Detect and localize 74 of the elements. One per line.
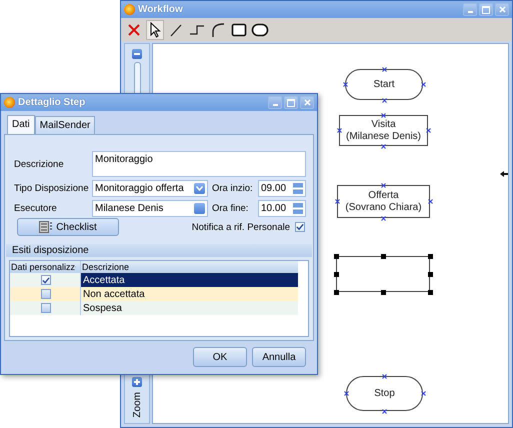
column-header[interactable]: Descrizione <box>81 261 298 273</box>
spin-button[interactable] <box>293 203 303 214</box>
pointer-tool[interactable] <box>146 20 164 40</box>
connection-point-icon <box>336 128 342 133</box>
arc-icon <box>211 22 225 38</box>
spin-button[interactable] <box>293 183 303 194</box>
tab[interactable]: MailSender <box>34 116 96 134</box>
connection-point-icon <box>342 82 348 87</box>
connection-point-icon <box>420 391 426 396</box>
checklist-button[interactable]: Checklist <box>17 218 119 236</box>
resize-handle[interactable] <box>334 272 338 276</box>
connection-point-icon <box>344 391 348 396</box>
resize-handle[interactable] <box>428 290 432 294</box>
resize-handle[interactable] <box>380 254 386 258</box>
description-field[interactable]: Monitoraggio <box>92 151 306 177</box>
connection-point-icon <box>381 112 386 118</box>
connection-point-icon <box>381 216 386 220</box>
pointer-icon <box>149 22 161 38</box>
connection-point-icon <box>382 408 387 414</box>
checkbox[interactable] <box>41 289 51 299</box>
zoom-label: Zoom <box>132 391 142 420</box>
resize-handle[interactable] <box>428 272 432 276</box>
checkbox[interactable] <box>41 275 51 285</box>
resize-handle[interactable] <box>334 290 338 294</box>
line-icon <box>169 22 183 36</box>
close-icon <box>304 99 310 106</box>
time-field[interactable]: 09.00 <box>258 180 306 197</box>
app-icon <box>4 97 15 108</box>
field-label: Descrizione <box>14 158 64 170</box>
connection-point-icon <box>426 128 430 133</box>
list-icon <box>39 221 54 233</box>
process-node[interactable] <box>336 256 430 292</box>
rectangle-icon <box>231 22 247 36</box>
lookup-field[interactable]: Milanese Denis <box>92 200 208 217</box>
cross-icon <box>127 22 141 36</box>
zoom-in-button[interactable] <box>132 377 142 388</box>
dialog-button[interactable]: OK <box>193 347 247 367</box>
resize-handle[interactable] <box>334 254 338 258</box>
field-label: Tipo Disposizione <box>14 183 89 194</box>
time-field[interactable]: 10.00 <box>258 200 306 217</box>
group-header: Esiti disposizione <box>6 244 312 257</box>
ellipsis-button[interactable] <box>194 203 205 214</box>
checkbox-label: Notifica a rif. Personale <box>192 222 290 232</box>
window-title: Workflow <box>138 4 184 15</box>
table-cell[interactable]: Accettata <box>81 273 298 287</box>
field-label: Ora inzio: <box>212 183 253 194</box>
close-icon <box>498 6 506 13</box>
app-icon <box>124 4 135 15</box>
process-node[interactable]: Offerta (Sovrano Chiara) <box>337 185 430 218</box>
checkbox[interactable] <box>41 303 51 313</box>
process-node[interactable]: Visita (Milanese Denis) <box>339 115 428 146</box>
dialog-button[interactable]: Annulla <box>252 347 306 367</box>
field-label: Ora fine: <box>212 203 248 214</box>
step-line-icon <box>189 22 205 36</box>
terminal-node[interactable]: Stop <box>346 376 423 411</box>
connection-point-icon <box>381 182 386 188</box>
field-label: Esecutore <box>14 203 57 214</box>
connection-point-icon <box>334 199 340 204</box>
connection-point-icon <box>382 98 386 102</box>
resize-handle[interactable] <box>380 290 386 294</box>
connection-point-icon <box>382 374 387 378</box>
connection-point-icon <box>420 82 426 87</box>
dropdown-field[interactable]: Monitoraggio offerta <box>92 180 208 197</box>
terminal-node[interactable]: Start <box>345 69 423 100</box>
dropdown-button[interactable] <box>194 183 205 194</box>
connection-point-icon <box>428 199 432 204</box>
zoom-out-button[interactable] <box>132 49 142 59</box>
connection-point-icon <box>381 144 386 148</box>
checkbox[interactable] <box>295 222 305 232</box>
resize-handle[interactable] <box>428 254 432 258</box>
window-title: Dettaglio Step <box>18 97 86 108</box>
connection-point-icon <box>382 66 386 72</box>
tab[interactable]: Dati <box>7 115 35 134</box>
arrow-icon <box>500 171 508 177</box>
